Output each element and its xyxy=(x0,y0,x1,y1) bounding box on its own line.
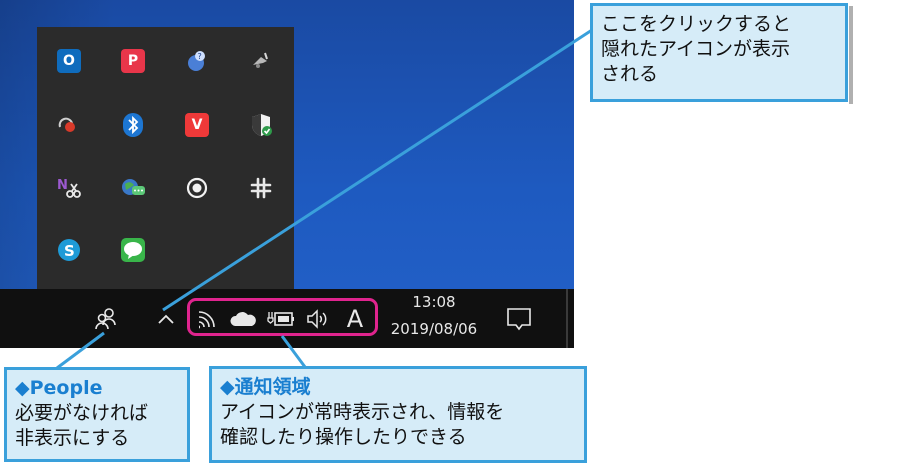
outlook-icon[interactable]: O xyxy=(54,46,84,76)
people-icon[interactable] xyxy=(90,303,122,335)
slack-icon[interactable] xyxy=(246,173,276,203)
notification-callout-title: ◆通知領域 xyxy=(220,376,311,398)
svg-text:N: N xyxy=(57,178,68,193)
taskbar-clock[interactable]: 13:08 2019/08/06 xyxy=(378,289,490,348)
hidden-icons-flyout: O P ? V N S xyxy=(37,27,294,289)
notification-callout-line1: アイコンが常時表示され、情報を xyxy=(220,401,505,423)
skype-icon[interactable]: S xyxy=(54,235,84,265)
clock-date: 2019/08/06 xyxy=(390,320,478,338)
pocket-icon[interactable]: P xyxy=(118,46,148,76)
svg-text:S: S xyxy=(64,242,75,260)
network-globe-icon[interactable]: ? xyxy=(182,46,212,76)
vivaldi-icon[interactable]: V xyxy=(182,110,212,140)
chat-globe-icon[interactable] xyxy=(118,173,148,203)
people-callout-line1: 必要がなければ xyxy=(15,402,149,424)
record-app-icon[interactable] xyxy=(54,110,84,140)
show-desktop-divider[interactable] xyxy=(566,289,568,348)
notification-callout-line2: 確認したり操作したりできる xyxy=(220,426,467,448)
security-shield-icon[interactable] xyxy=(246,110,276,140)
svg-text:?: ? xyxy=(198,52,202,61)
callout-top-line1: ここをクリックすると xyxy=(601,13,792,35)
notification-area-highlight xyxy=(187,298,378,336)
clock-time: 13:08 xyxy=(412,293,456,311)
callout-top-line2: 隠れたアイコンが表示 xyxy=(601,38,791,60)
onenote-clip-icon[interactable]: N xyxy=(54,173,84,203)
notification-area-callout: ◆通知領域 アイコンが常時表示され、情報を 確認したり操作したりできる xyxy=(209,366,587,463)
callout-top-line3: される xyxy=(601,63,659,85)
people-callout: ◆People 必要がなければ 非表示にする xyxy=(4,367,190,462)
action-center-notification-icon[interactable] xyxy=(500,301,538,337)
record-circle-icon[interactable] xyxy=(182,173,212,203)
show-hidden-icons-callout: ここをクリックすると 隠れたアイコンが表示 される xyxy=(590,3,848,102)
eject-usb-icon[interactable] xyxy=(246,46,276,76)
scrollbar-edge xyxy=(849,6,853,104)
people-callout-line2: 非表示にする xyxy=(15,427,130,449)
show-hidden-icons-chevron-icon[interactable] xyxy=(150,303,182,335)
people-callout-title: ◆People xyxy=(15,377,103,399)
line-icon[interactable] xyxy=(118,235,148,265)
bluetooth-icon[interactable] xyxy=(118,110,148,140)
